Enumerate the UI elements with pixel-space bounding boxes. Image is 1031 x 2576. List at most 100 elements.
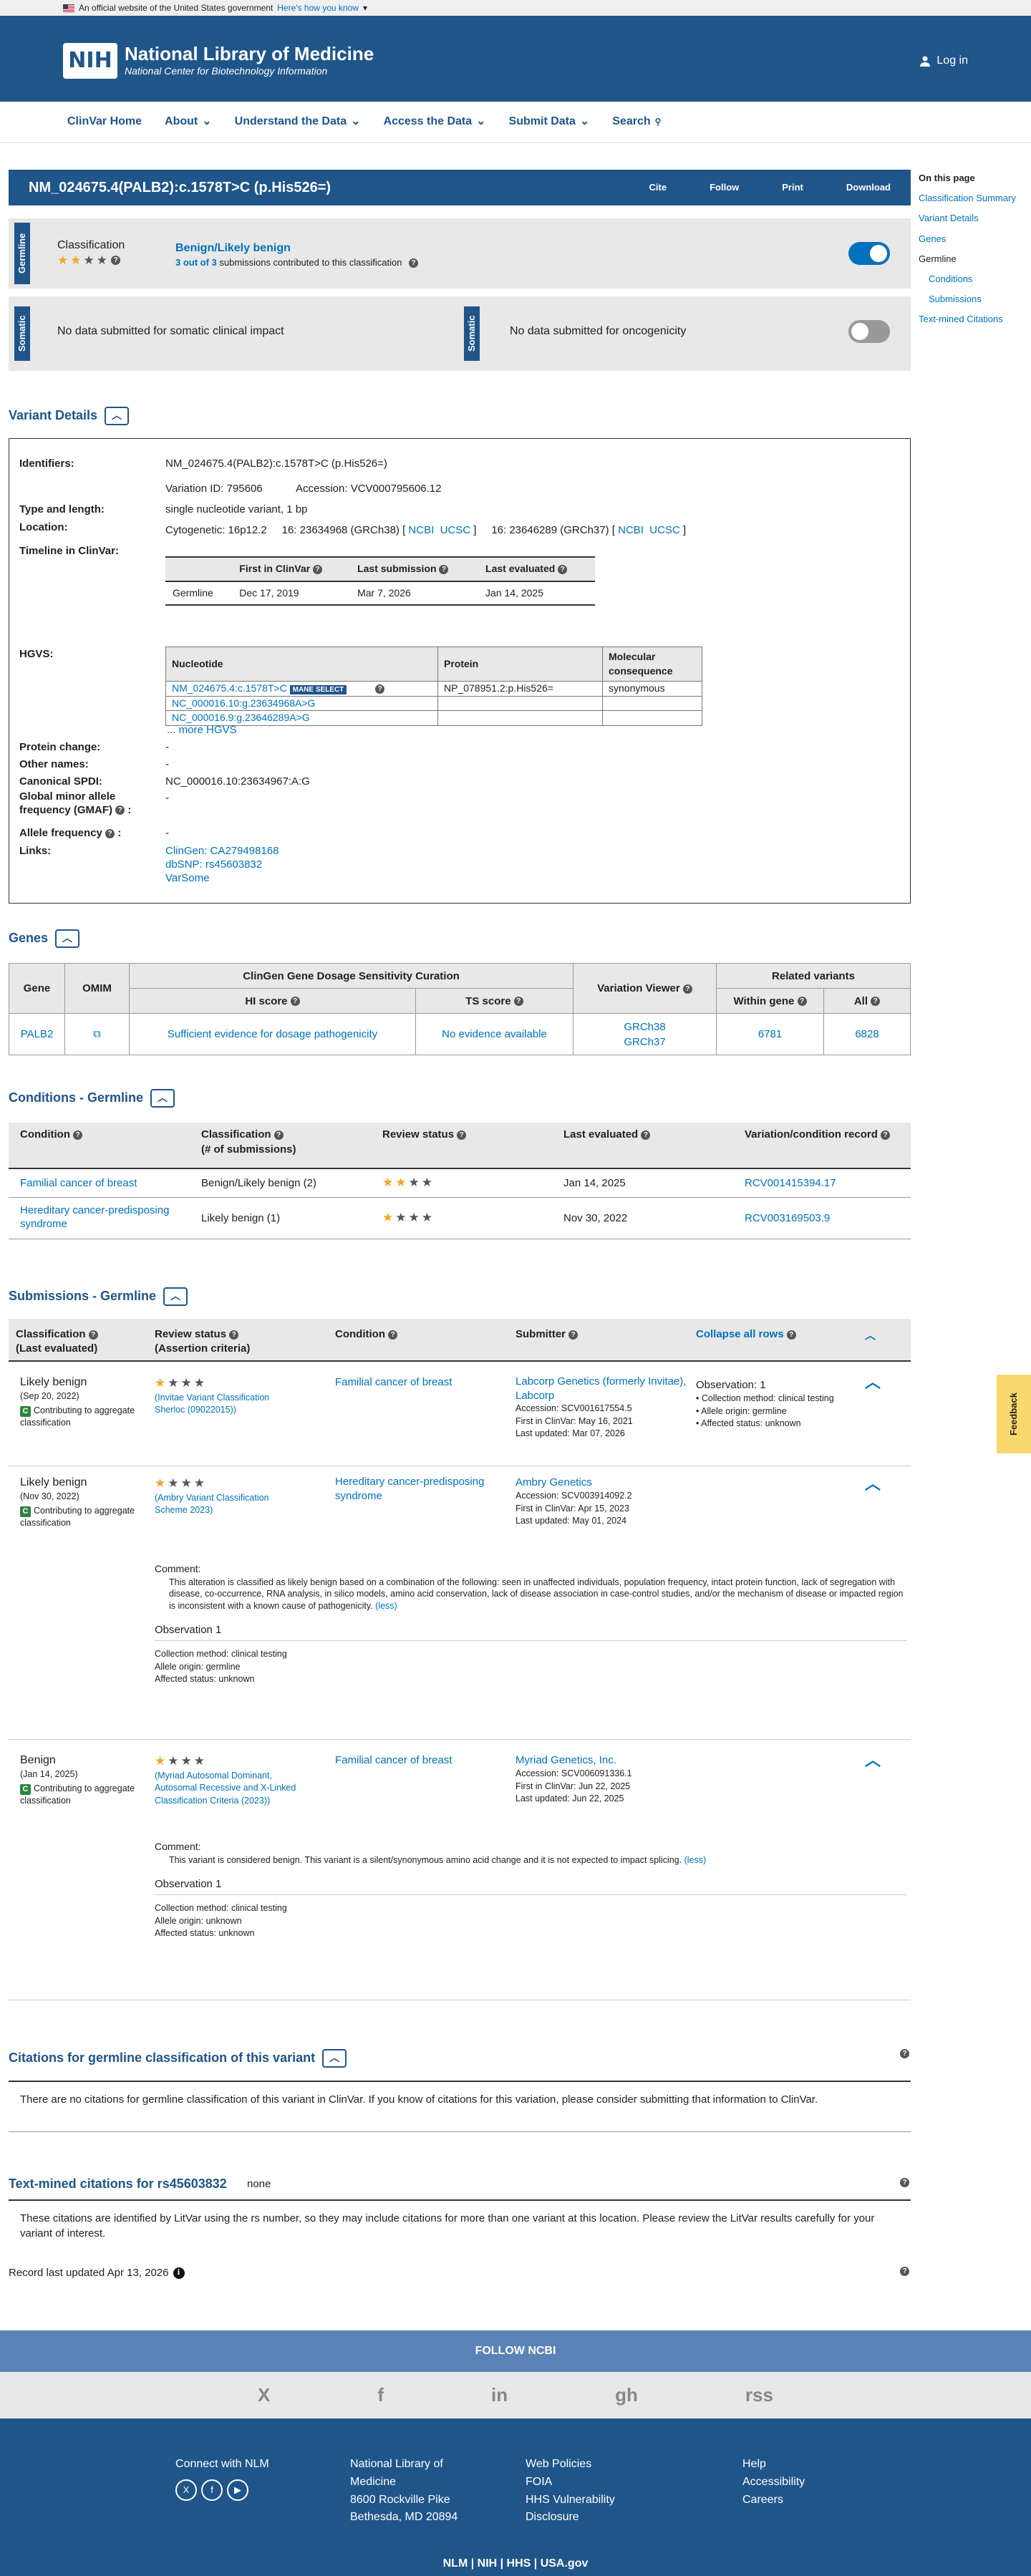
youtube-icon[interactable]: ▶ xyxy=(227,2479,248,2501)
footer-link[interactable]: Web Policies xyxy=(526,2456,615,2474)
chevron-up-icon[interactable]: ︿ xyxy=(865,1750,881,1772)
condition-link[interactable]: Hereditary cancer-predisposing syndrome xyxy=(9,1197,190,1239)
nih-logo[interactable]: NIH National Library of Medicine Nationa… xyxy=(63,43,374,79)
submitter-link[interactable]: Labcorp Genetics (formerly Invitae), Lab… xyxy=(516,1375,687,1403)
less-link[interactable]: (less) xyxy=(684,1855,707,1865)
help-icon[interactable]: ? xyxy=(457,1130,467,1140)
collapse-all-rows[interactable]: Collapse all rows ? xyxy=(696,1327,796,1342)
ucsc-link-38[interactable]: UCSC xyxy=(440,524,471,536)
otp-classification-summary[interactable]: Classification Summary xyxy=(919,188,1031,208)
rcv-link[interactable]: RCV001415394.17 xyxy=(733,1168,911,1198)
chevron-up-icon[interactable]: ︿ xyxy=(322,2049,347,2068)
gov-banner-link[interactable]: Here's how you know xyxy=(277,2,359,14)
assertion-criteria-link[interactable]: (Myriad Autosomal Dominant, Autosomal Re… xyxy=(155,1770,305,1808)
info-icon[interactable]: i xyxy=(173,2267,185,2279)
help-icon[interactable]: ? xyxy=(375,684,385,694)
x-icon[interactable]: X xyxy=(175,2479,197,2501)
help-icon[interactable]: ? xyxy=(641,1130,651,1140)
nav-clinvar-home[interactable]: ClinVar Home xyxy=(67,114,142,130)
chevron-up-icon[interactable]: ︿ xyxy=(55,929,80,948)
hgvs-link[interactable]: NC_000016.10:g.23634968A>G xyxy=(172,697,315,709)
print-button[interactable]: Print xyxy=(782,181,803,194)
feedback-tab[interactable]: Feedback xyxy=(997,1375,1031,1453)
ncbi-link-38[interactable]: NCBI xyxy=(408,524,434,536)
otp-conditions[interactable]: Conditions xyxy=(919,269,1031,289)
help-icon[interactable]: ? xyxy=(111,256,121,266)
login-button[interactable]: Log in xyxy=(919,53,968,69)
help-icon[interactable]: ? xyxy=(312,564,322,574)
ts-score-link[interactable]: No evidence available xyxy=(415,1013,573,1055)
help-icon[interactable]: ? xyxy=(274,1130,284,1140)
otp-text-mined[interactable]: Text-mined Citations xyxy=(919,309,1031,329)
somatic-toggle[interactable] xyxy=(848,320,890,343)
submitter-link[interactable]: Ambry Genetics xyxy=(516,1475,687,1490)
nav-submit[interactable]: Submit Data ⌄ xyxy=(509,114,590,130)
germline-toggle[interactable] xyxy=(848,242,890,265)
grch37-link[interactable]: GRCh37 xyxy=(573,1035,716,1050)
hi-score-link[interactable]: Sufficient evidence for dosage pathogeni… xyxy=(129,1013,416,1055)
varsome-link[interactable]: VarSome xyxy=(165,871,209,886)
help-icon[interactable]: ? xyxy=(797,997,807,1007)
ucsc-link-37[interactable]: UCSC xyxy=(649,524,680,536)
help-icon[interactable]: ? xyxy=(568,1330,579,1340)
help-icon[interactable]: ? xyxy=(388,1330,398,1340)
chevron-up-icon[interactable]: ︿ xyxy=(865,1372,881,1394)
cite-button[interactable]: Cite xyxy=(649,181,667,194)
submissions-count-link[interactable]: 3 out of 3 xyxy=(175,257,217,268)
help-icon[interactable]: ? xyxy=(229,1330,239,1340)
linkedin-icon[interactable]: in xyxy=(491,2382,508,2408)
sub-condition-link[interactable]: Familial cancer of breast xyxy=(335,1375,452,1390)
help-icon[interactable]: ? xyxy=(409,258,419,268)
clingen-link[interactable]: ClinGen: CA279498168 xyxy=(165,843,279,858)
footer-link[interactable]: Careers xyxy=(742,2492,805,2509)
nav-understand[interactable]: Understand the Data ⌄ xyxy=(235,114,361,130)
chevron-up-icon[interactable]: ︿ xyxy=(105,407,130,425)
help-icon[interactable]: ? xyxy=(115,805,125,815)
bottom-links[interactable]: NLM | NIH | HHS | USA.gov xyxy=(0,2556,1031,2572)
all-variants-link[interactable]: 6828 xyxy=(823,1013,911,1055)
hgvs-link[interactable]: NC_000016.9:g.23646289A>G xyxy=(172,712,310,723)
ncbi-link-37[interactable]: NCBI xyxy=(618,524,644,536)
chevron-down-icon[interactable]: ▾ xyxy=(363,2,367,14)
footer-link[interactable]: Accessibility xyxy=(742,2474,805,2492)
sub-condition-link[interactable]: Hereditary cancer-predisposing syndrome xyxy=(335,1475,493,1503)
nav-search[interactable]: Search ⚲ xyxy=(612,114,661,130)
assertion-criteria-link[interactable]: (Invitae Variant Classification Sherloc … xyxy=(155,1392,298,1417)
nav-access[interactable]: Access the Data ⌄ xyxy=(384,114,486,130)
assertion-criteria-link[interactable]: (Ambry Variant Classification Scheme 202… xyxy=(155,1492,298,1517)
help-icon[interactable]: ? xyxy=(900,2267,909,2276)
facebook-icon[interactable]: f xyxy=(377,2382,384,2408)
help-icon[interactable]: ? xyxy=(682,984,692,994)
rss-icon[interactable]: rss xyxy=(745,2382,773,2408)
otp-submissions[interactable]: Submissions xyxy=(919,289,1031,309)
help-icon[interactable]: ? xyxy=(105,828,115,838)
follow-button[interactable]: Follow xyxy=(710,181,739,194)
within-gene-link[interactable]: 6781 xyxy=(716,1013,824,1055)
otp-variant-details[interactable]: Variant Details xyxy=(919,208,1031,228)
external-link-icon[interactable]: ⧉ xyxy=(93,1028,101,1040)
help-icon[interactable]: ? xyxy=(513,997,523,1007)
footer-link[interactable]: Help xyxy=(742,2456,805,2474)
facebook-icon[interactable]: f xyxy=(201,2479,223,2501)
grch38-link[interactable]: GRCh38 xyxy=(573,1020,716,1035)
germline-classification-value[interactable]: Benign/Likely benign xyxy=(175,241,291,256)
more-hgvs-link[interactable]: ... more HGVS xyxy=(167,722,237,737)
chevron-up-icon[interactable]: ︿ xyxy=(865,1473,881,1496)
chevron-up-icon[interactable]: ︿ xyxy=(865,1329,876,1343)
footer-link[interactable]: FOIA xyxy=(526,2474,615,2492)
otp-genes[interactable]: Genes xyxy=(919,229,1031,249)
footer-link[interactable]: Disclosure xyxy=(526,2509,615,2527)
chevron-up-icon[interactable]: ︿ xyxy=(150,1089,175,1108)
x-icon[interactable]: X xyxy=(258,2382,270,2408)
help-icon[interactable]: ? xyxy=(73,1130,83,1140)
nav-about[interactable]: About ⌄ xyxy=(165,114,212,130)
sub-condition-link[interactable]: Familial cancer of breast xyxy=(335,1753,452,1768)
footer-link[interactable]: HHS Vulnerability xyxy=(526,2492,615,2509)
help-icon[interactable]: ? xyxy=(786,1330,796,1340)
help-icon[interactable]: ? xyxy=(88,1330,98,1340)
submitter-link[interactable]: Myriad Genetics, Inc. xyxy=(516,1753,687,1768)
help-icon[interactable]: ? xyxy=(439,564,449,574)
less-link[interactable]: (less) xyxy=(375,1601,397,1611)
help-icon[interactable]: ? xyxy=(900,2178,909,2187)
help-icon[interactable]: ? xyxy=(871,997,881,1007)
